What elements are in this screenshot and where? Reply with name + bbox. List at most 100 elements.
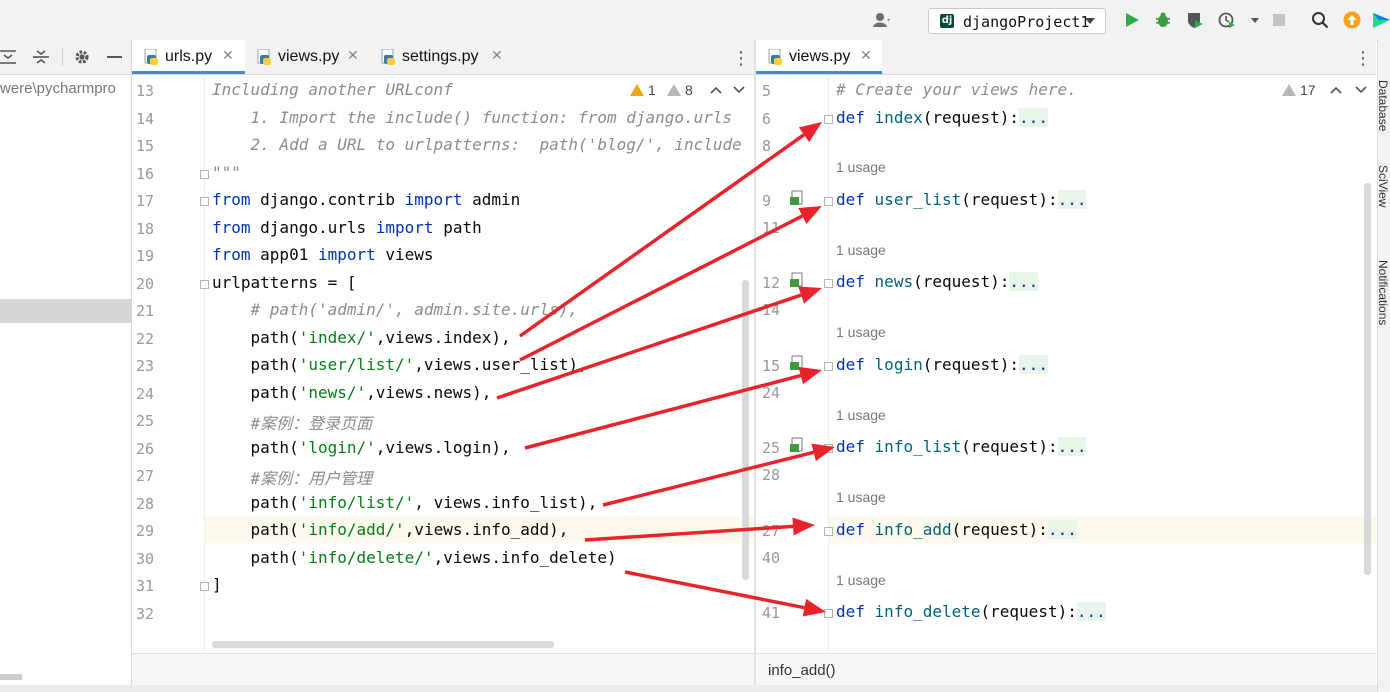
- horizontal-scrollbar[interactable]: [212, 641, 554, 648]
- stop-icon[interactable]: [1270, 11, 1288, 29]
- line-number: 5: [762, 82, 772, 100]
- fold-marker[interactable]: [824, 527, 833, 536]
- jetbrains-icon[interactable]: [1373, 11, 1390, 29]
- close-icon[interactable]: ✕: [860, 48, 872, 64]
- chevron-up-icon[interactable]: [710, 85, 722, 95]
- right-code-editor[interactable]: 5 6 8 9 11 12 14 15 24 25 28 27 40 41 # Create your v…: [756, 75, 1376, 653]
- right-editor-footer: info_add(): [756, 653, 1376, 686]
- tab-label: views.py: [278, 48, 340, 65]
- tab-label: views.py: [789, 48, 851, 65]
- django-icon: dj: [940, 14, 954, 28]
- python-file-icon: [144, 49, 158, 65]
- line-number: 32: [136, 604, 155, 623]
- more-icon[interactable]: ⋮: [732, 48, 750, 69]
- function-definition: def news(request):...: [836, 272, 1039, 291]
- fold-marker[interactable]: [200, 582, 209, 591]
- update-icon[interactable]: [1343, 11, 1361, 29]
- project-tree-path[interactable]: were\pycharmpro: [0, 80, 116, 97]
- more-icon[interactable]: ⋮: [1354, 48, 1372, 69]
- run-icon[interactable]: [1123, 11, 1141, 29]
- fold-marker[interactable]: [824, 609, 833, 618]
- vertical-scrollbar[interactable]: [742, 280, 749, 580]
- main-toolbar: dj djangoProject1: [0, 0, 1390, 41]
- line-number: 8: [762, 137, 772, 155]
- function-definition: def info_add(request):...: [836, 520, 1077, 539]
- project-scrollbar[interactable]: [0, 674, 22, 680]
- left-editor-tabbar: urls.py ✕ views.py ✕ settings.py ✕ ⋮: [132, 40, 754, 75]
- fold-marker[interactable]: [824, 114, 833, 124]
- chevron-up-icon[interactable]: [1330, 85, 1342, 95]
- fold-marker[interactable]: [200, 169, 209, 179]
- tool-window-sciview[interactable]: SciView: [1378, 165, 1390, 207]
- breadcrumb[interactable]: info_add(): [768, 662, 836, 679]
- profile-icon[interactable]: [1218, 11, 1236, 29]
- usage-hint[interactable]: 1 usage: [836, 159, 886, 175]
- line-number: 28: [136, 494, 155, 513]
- gear-icon[interactable]: [73, 48, 91, 66]
- usage-hint[interactable]: 1 usage: [836, 324, 886, 340]
- project-tree-selected-row[interactable]: [0, 299, 131, 323]
- toolbar-divider: [62, 48, 63, 66]
- run-configuration-select[interactable]: dj djangoProject1: [928, 8, 1106, 34]
- tool-window-database[interactable]: Database: [1378, 80, 1390, 131]
- tab-urls-py[interactable]: urls.py ✕: [132, 40, 245, 74]
- debug-icon[interactable]: [1154, 11, 1172, 29]
- code-line: path('news/',views.news),: [212, 382, 492, 402]
- run-gutter-icon[interactable]: [790, 355, 806, 371]
- line-number: 29: [136, 522, 155, 540]
- function-definition: def info_delete(request):...: [836, 602, 1106, 621]
- line-number: 6: [762, 109, 772, 128]
- code-line: """: [212, 162, 241, 182]
- tool-window-notifications[interactable]: Notifications: [1378, 260, 1390, 325]
- python-file-icon: [381, 49, 395, 65]
- inspection-errors[interactable]: 1: [630, 82, 656, 98]
- line-number: 27: [762, 522, 781, 540]
- user-icon[interactable]: [872, 11, 890, 29]
- hide-icon[interactable]: [107, 56, 122, 58]
- close-icon[interactable]: ✕: [347, 48, 359, 64]
- code-line: 2. Add a URL to urlpatterns: path('blog/…: [212, 135, 742, 154]
- usage-hint[interactable]: 1 usage: [836, 242, 886, 258]
- collapse-all-icon[interactable]: [32, 49, 50, 65]
- line-number: 41: [762, 604, 781, 622]
- inspection-weak-warnings[interactable]: 8: [667, 82, 693, 98]
- tab-views-py[interactable]: views.py ✕: [756, 40, 882, 74]
- chevron-down-icon[interactable]: [733, 85, 745, 95]
- left-code-editor[interactable]: 13 14 15 16 17 18 19 20 21 22 23 24 25 26 27 28 29 30 31 32…: [132, 75, 754, 653]
- run-gutter-icon[interactable]: [790, 437, 806, 453]
- fold-marker[interactable]: [824, 197, 833, 206]
- usage-hint[interactable]: 1 usage: [836, 489, 886, 505]
- line-number: 24: [136, 384, 155, 403]
- vertical-scrollbar[interactable]: [1364, 183, 1371, 575]
- function-definition: def login(request):...: [836, 355, 1048, 374]
- function-definition: def info_list(request):...: [836, 437, 1087, 456]
- line-number: 21: [136, 302, 155, 320]
- run-gutter-icon[interactable]: [790, 272, 806, 288]
- tab-views-py[interactable]: views.py ✕: [245, 40, 369, 74]
- line-number: 24: [762, 384, 781, 402]
- fold-marker[interactable]: [824, 444, 833, 453]
- tab-settings-py[interactable]: settings.py ✕: [369, 40, 509, 74]
- line-number: 16: [136, 164, 155, 183]
- chevron-down-icon[interactable]: [1246, 11, 1264, 29]
- search-icon[interactable]: [1311, 11, 1329, 29]
- close-icon[interactable]: ✕: [222, 48, 234, 64]
- code-line: #案例：登录页面: [212, 414, 373, 433]
- usage-hint[interactable]: 1 usage: [836, 407, 886, 423]
- inspection-weak-warnings[interactable]: 17: [1282, 82, 1316, 98]
- usage-hint[interactable]: 1 usage: [836, 572, 886, 588]
- code-line: 1. Import the include() function: from d…: [212, 107, 733, 127]
- coverage-icon[interactable]: [1186, 11, 1204, 29]
- expand-all-icon[interactable]: [0, 49, 18, 65]
- fold-marker[interactable]: [824, 362, 833, 371]
- chevron-down-icon[interactable]: [1355, 85, 1367, 95]
- close-icon[interactable]: ✕: [491, 48, 503, 64]
- line-number: 25: [136, 412, 155, 430]
- run-gutter-icon[interactable]: [790, 190, 806, 206]
- status-bar: [0, 685, 1390, 692]
- fold-marker[interactable]: [824, 279, 833, 288]
- fold-marker[interactable]: [200, 197, 209, 206]
- fold-marker[interactable]: [200, 279, 209, 289]
- line-number: 15: [762, 357, 781, 375]
- left-gutter: 13 14 15 16 17 18 19 20 21 22 23 24 25 26 27 28 29 30 31 32: [132, 75, 209, 653]
